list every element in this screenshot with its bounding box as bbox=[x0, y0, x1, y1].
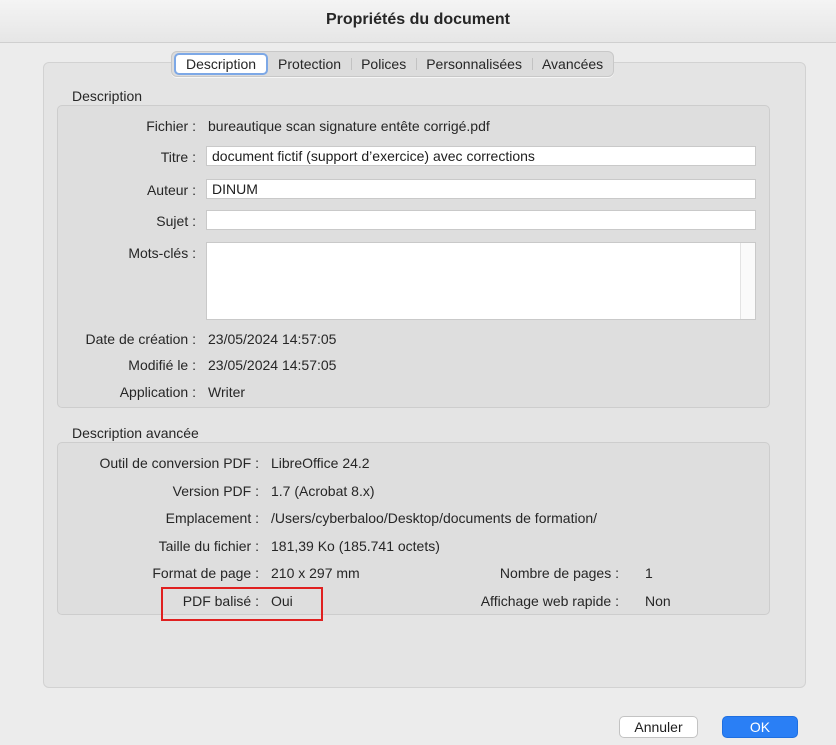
location-label: Emplacement : bbox=[165, 510, 259, 526]
modified-label: Modifié le : bbox=[128, 357, 196, 373]
tab-description[interactable]: Description bbox=[174, 53, 269, 75]
description-heading: Description bbox=[72, 88, 143, 104]
size-label: Taille du fichier : bbox=[158, 538, 259, 554]
page-format-value: 210 x 297 mm bbox=[271, 565, 360, 581]
title-label: Titre : bbox=[160, 149, 196, 165]
tab-polices[interactable]: Polices bbox=[351, 53, 416, 75]
application-label: Application : bbox=[119, 384, 196, 400]
pdf-version-value: 1.7 (Acrobat 8.x) bbox=[271, 483, 375, 499]
created-label: Date de création : bbox=[85, 331, 196, 347]
location-value: /Users/cyberbaloo/Desktop/documents de f… bbox=[271, 510, 598, 526]
subject-field[interactable] bbox=[206, 210, 756, 230]
application-value: Writer bbox=[208, 384, 246, 400]
title-field[interactable] bbox=[206, 146, 756, 166]
keywords-textarea[interactable] bbox=[206, 242, 756, 320]
document-properties-dialog: Propriétés du document Description Prote… bbox=[0, 0, 836, 745]
subject-label: Sujet : bbox=[156, 213, 196, 229]
pdf-version-label: Version PDF : bbox=[172, 483, 259, 499]
page-format-label: Format de page : bbox=[152, 565, 259, 581]
file-label: Fichier : bbox=[146, 118, 196, 134]
modified-value: 23/05/2024 14:57:05 bbox=[208, 357, 337, 373]
author-label: Auteur : bbox=[146, 182, 196, 198]
tab-protection[interactable]: Protection bbox=[268, 53, 351, 75]
file-value: bureautique scan signature entête corrig… bbox=[208, 118, 490, 134]
advanced-heading: Description avancée bbox=[72, 425, 199, 441]
ok-button[interactable]: OK bbox=[722, 716, 798, 738]
fast-web-label: Affichage web rapide : bbox=[480, 593, 619, 609]
cancel-button[interactable]: Annuler bbox=[619, 716, 698, 738]
tagged-pdf-highlight bbox=[161, 587, 323, 621]
page-count-value: 1 bbox=[645, 565, 653, 581]
tab-personnalisees[interactable]: Personnalisées bbox=[416, 53, 532, 75]
keywords-label: Mots-clés : bbox=[128, 245, 196, 261]
page-count-label: Nombre de pages : bbox=[499, 565, 619, 581]
tab-avancees[interactable]: Avancées bbox=[531, 53, 613, 75]
created-value: 23/05/2024 14:57:05 bbox=[208, 331, 337, 347]
converter-label: Outil de conversion PDF : bbox=[99, 455, 259, 471]
keywords-scrollbar[interactable] bbox=[740, 243, 755, 319]
size-value: 181,39 Ko (185.741 octets) bbox=[271, 538, 440, 554]
fast-web-value: Non bbox=[645, 593, 671, 609]
dialog-title: Propriétés du document bbox=[325, 11, 511, 28]
author-field[interactable] bbox=[206, 179, 756, 199]
converter-value: LibreOffice 24.2 bbox=[271, 455, 370, 471]
title-bar: Propriétés du document bbox=[0, 0, 836, 43]
tab-bar: Description Protection Polices Personnal… bbox=[171, 51, 615, 77]
